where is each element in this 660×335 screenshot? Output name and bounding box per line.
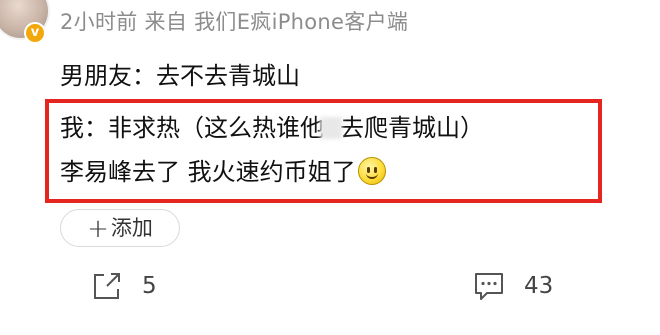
share-icon: [94, 273, 120, 299]
add-button-label: 添加: [110, 216, 153, 240]
share-count: 5: [142, 273, 157, 299]
add-button[interactable]: +添加: [60, 209, 180, 247]
comment-icon: [475, 273, 503, 300]
comment-card: v 2小时前 来自 我们E疯iPhone客户端 男朋友：去不去青城山 我：非求热…: [0, 0, 660, 335]
comment-meta: 2小时前 来自 我们E疯iPhone客户端: [60, 10, 409, 34]
comment-line-1: 男朋友：去不去青城山: [60, 62, 300, 90]
plus-icon: +: [87, 214, 109, 244]
comment-count: 43: [524, 273, 554, 299]
highlight-box: [45, 99, 602, 203]
vip-badge-icon: v: [24, 22, 46, 44]
comment-action[interactable]: 43: [472, 269, 553, 303]
share-action[interactable]: 5: [90, 269, 157, 303]
